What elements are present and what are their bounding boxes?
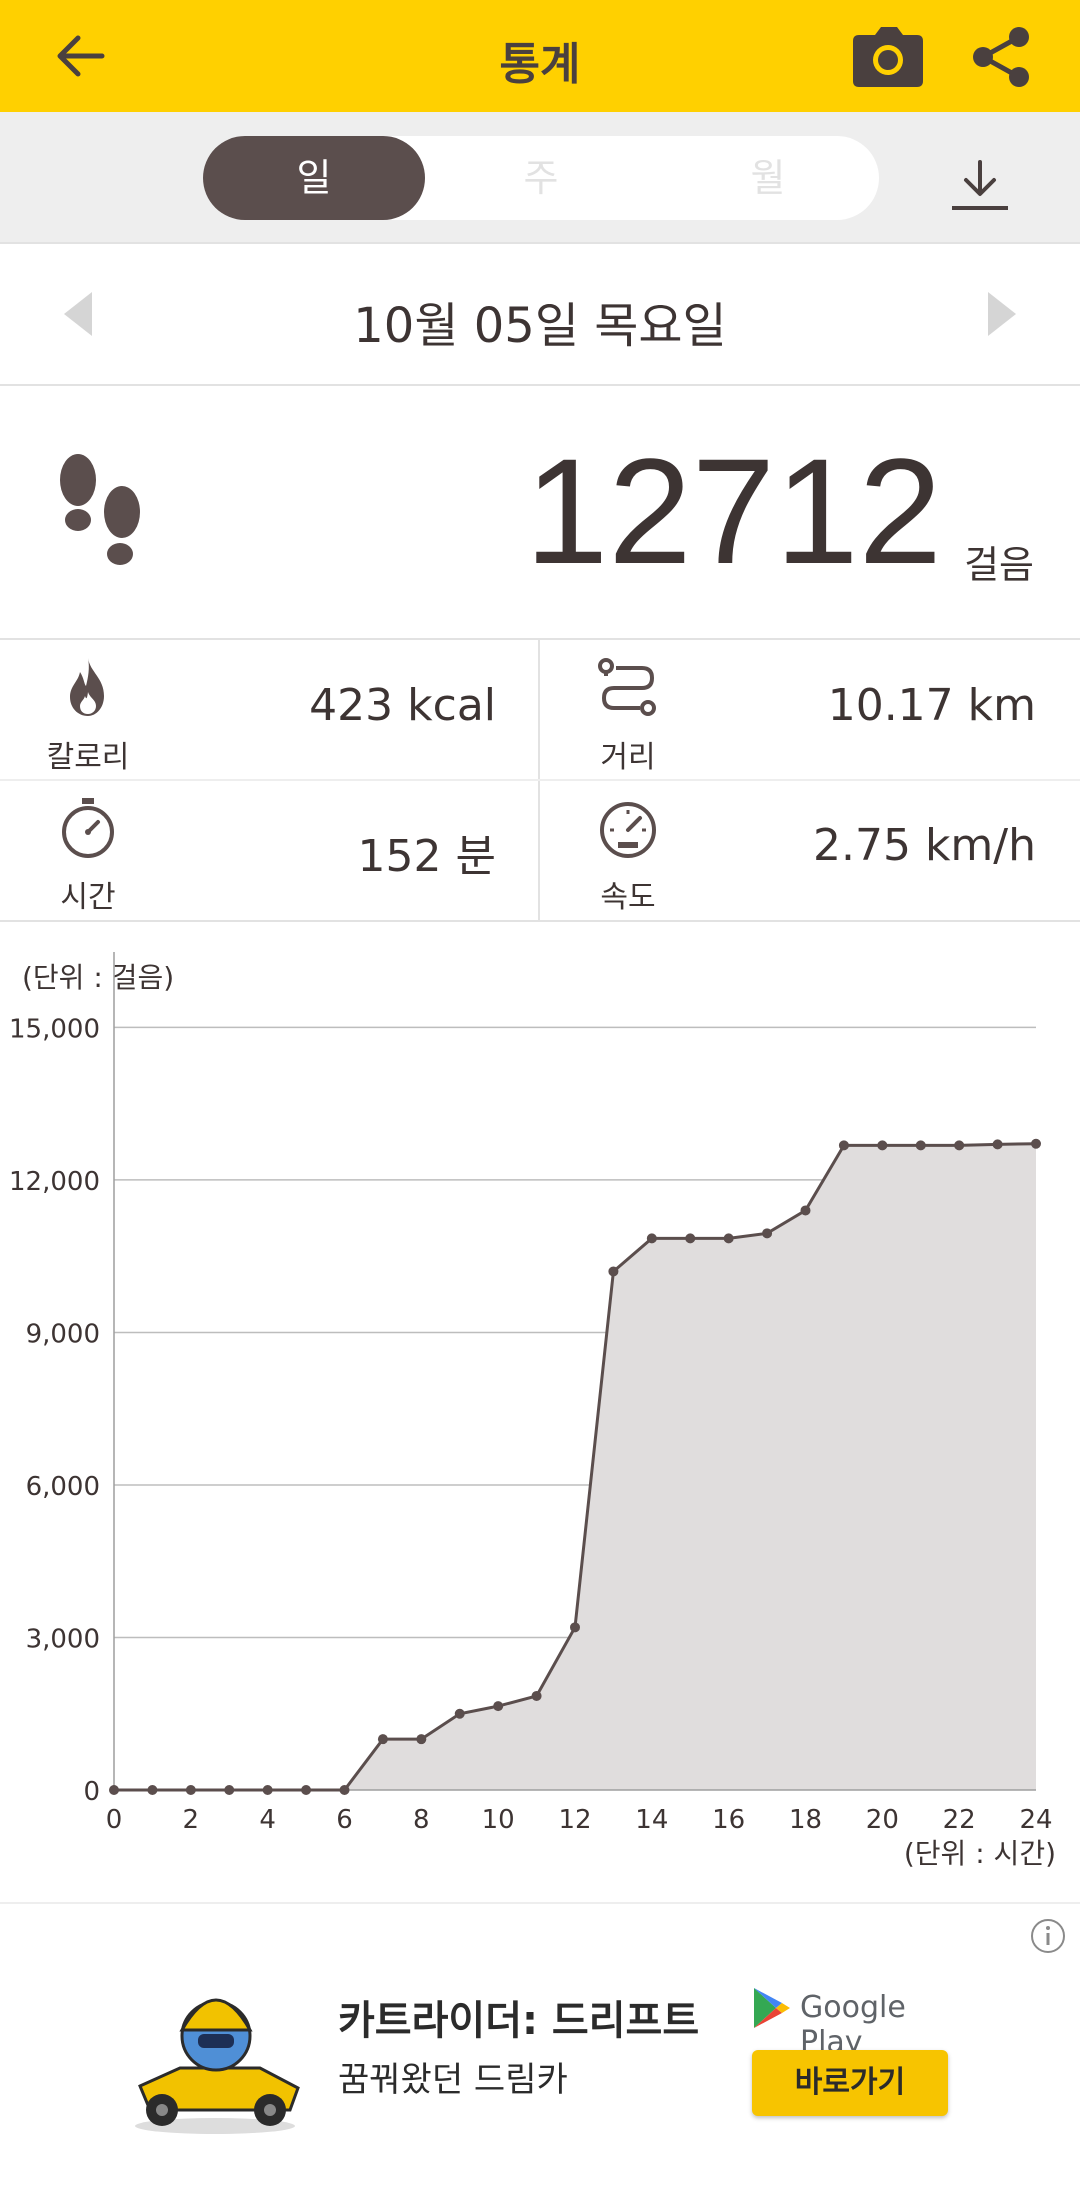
google-play-icon — [754, 1988, 790, 2028]
ad-title: 카트라이더: 드리프트 — [338, 1998, 700, 2044]
info-icon[interactable] — [1030, 1918, 1066, 1954]
x-tick-label: 12 — [558, 1805, 591, 1835]
x-unit-label: (단위 : 시간) — [903, 1837, 1056, 1870]
flame-icon — [70, 658, 104, 716]
data-point — [838, 1140, 849, 1151]
top-app-bar: 통계 — [0, 0, 1080, 112]
google-play-badge: Google Play — [752, 1984, 952, 2060]
data-point — [454, 1708, 465, 1719]
y-tick-label: 12,000 — [9, 1167, 100, 1197]
data-point — [762, 1228, 773, 1239]
calories-value: 423 kcal — [309, 680, 496, 731]
data-point — [262, 1785, 273, 1795]
data-point — [531, 1690, 542, 1701]
data-point — [723, 1233, 734, 1244]
steps-summary: 12712 걸음 — [0, 386, 1080, 640]
footprints-icon — [60, 454, 140, 565]
y-tick-label: 6,000 — [26, 1472, 100, 1502]
chart-svg: 03,0006,0009,00012,00015,0000 2 4 6 8 10 12 14 1… — [9, 952, 1053, 1835]
speed-label: 속도 — [600, 880, 656, 915]
data-point — [377, 1734, 388, 1745]
data-point — [570, 1622, 580, 1633]
data-point — [800, 1205, 811, 1216]
share-icon — [973, 27, 1029, 87]
data-point — [685, 1233, 696, 1244]
data-point — [185, 1785, 196, 1795]
data-point — [224, 1785, 235, 1795]
y-tick-label: 3,000 — [26, 1624, 100, 1654]
hourly-steps-chart: (단위 : 걸음) 0 3,000 6,000 9,000 12,000 15,000 0 2… — [0, 922, 1080, 1902]
speed-value: 2.75 km/h — [812, 820, 1036, 871]
stopwatch-icon — [62, 798, 114, 858]
camera-icon — [853, 27, 923, 87]
data-point — [992, 1139, 1003, 1150]
data-point — [109, 1785, 119, 1795]
ad-cta-button[interactable]: 바로가기 — [752, 2050, 948, 2116]
x-tick-label: 10 — [482, 1805, 515, 1835]
data-point — [608, 1266, 619, 1277]
data-point — [416, 1734, 427, 1745]
next-day-icon[interactable] — [988, 292, 1016, 336]
data-point — [147, 1785, 158, 1795]
x-tick-label: 14 — [635, 1805, 668, 1835]
download-button[interactable] — [946, 154, 1014, 218]
calories-label: 칼로리 — [46, 740, 130, 775]
steps-unit: 걸음 — [964, 543, 1034, 587]
data-point — [915, 1140, 926, 1151]
time-stat: 시간 152 분 — [0, 780, 540, 920]
ad-banner[interactable]: 카트라이더: 드리프트 꿈꿔왔던 드림카 Google Play 바로가기 — [0, 1902, 1080, 2187]
steps-count: 12712 — [524, 427, 942, 595]
distance-stat: 거리 10.17 km — [540, 640, 1080, 780]
tab-month[interactable]: 월 — [657, 136, 879, 220]
current-date: 10월 05일 목요일 — [353, 298, 727, 354]
x-tick-label: 24 — [1019, 1805, 1052, 1835]
data-point — [339, 1785, 350, 1795]
x-tick-label: 16 — [712, 1805, 745, 1835]
distance-label: 거리 — [600, 740, 656, 775]
y-tick-label: 15,000 — [9, 1014, 100, 1044]
x-tick-label: 8 — [413, 1805, 430, 1835]
speed-stat: 속도 2.75 km/h — [540, 780, 1080, 920]
download-icon — [952, 160, 1008, 210]
x-tick-label: 0 — [106, 1805, 123, 1835]
speedometer-icon — [600, 802, 656, 858]
x-tick-label: 20 — [866, 1805, 899, 1835]
stats-grid: 칼로리 423 kcal 거리 10.17 km 시간 152 분 속도 2.7 — [0, 640, 1080, 922]
data-point — [301, 1785, 312, 1795]
tab-day[interactable]: 일 — [203, 136, 425, 220]
route-icon — [598, 658, 656, 716]
area-fill — [114, 1143, 1036, 1790]
distance-value: 10.17 km — [827, 680, 1036, 731]
data-point — [646, 1233, 657, 1244]
y-tick-label: 0 — [83, 1777, 100, 1807]
ad-subtitle: 꿈꿔왔던 드림카 — [338, 2060, 568, 2100]
calories-stat: 칼로리 423 kcal — [0, 640, 540, 780]
data-point — [493, 1701, 504, 1712]
data-point — [1031, 1138, 1041, 1149]
period-tab-bar: 일 주 월 — [0, 112, 1080, 244]
ad-game-character-image — [135, 1998, 300, 2134]
x-tick-label: 22 — [943, 1805, 976, 1835]
x-tick-label: 2 — [183, 1805, 200, 1835]
time-label: 시간 — [60, 880, 116, 915]
y-tick-label: 9,000 — [26, 1319, 100, 1349]
x-tick-label: 4 — [259, 1805, 276, 1835]
stats-divider-horizontal — [0, 779, 1080, 781]
share-button[interactable] — [968, 24, 1034, 90]
x-tick-label: 18 — [789, 1805, 822, 1835]
time-value: 152 분 — [357, 831, 496, 882]
period-segmented-control: 일 주 월 — [203, 136, 879, 220]
camera-button[interactable] — [850, 24, 926, 90]
tab-week[interactable]: 주 — [430, 136, 652, 220]
x-tick-label: 6 — [336, 1805, 353, 1835]
date-navigator: 10월 05일 목요일 — [0, 244, 1080, 386]
data-point — [877, 1140, 888, 1151]
data-point — [954, 1140, 965, 1151]
